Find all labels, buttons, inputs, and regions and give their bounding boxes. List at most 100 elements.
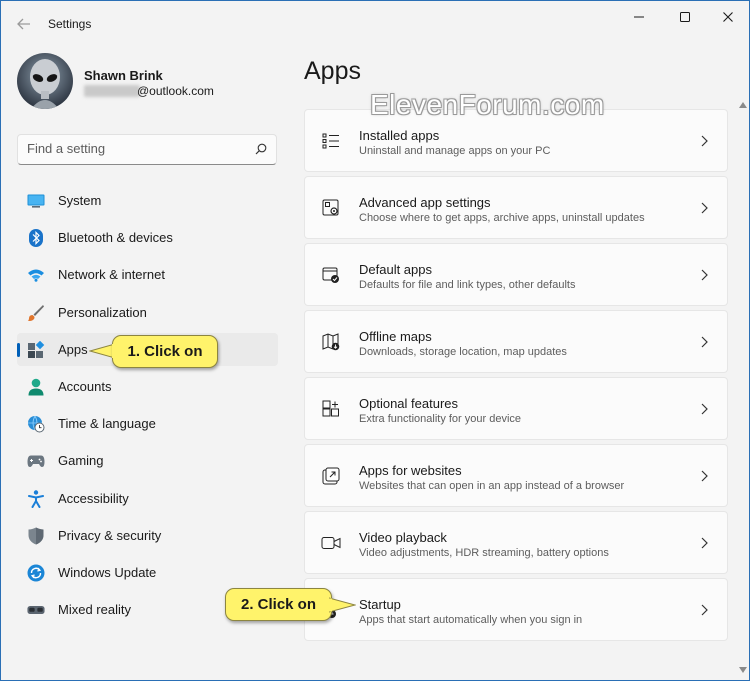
open-in-app-icon — [321, 466, 341, 486]
title-bar: Settings — [1, 1, 749, 47]
video-icon — [321, 533, 341, 553]
brush-icon — [27, 304, 45, 322]
sidebar-item-label: Accessibility — [58, 490, 129, 506]
sidebar-item-time-language[interactable]: Time & language — [17, 407, 278, 440]
callout-text: 1. Click on — [127, 343, 203, 360]
chevron-right-icon — [701, 470, 708, 482]
maximize-button[interactable] — [662, 1, 708, 33]
chevron-right-icon — [701, 135, 708, 147]
card-title: Installed apps — [359, 128, 440, 143]
card-apps-for-websites[interactable]: Apps for websites Websites that can open… — [304, 444, 728, 507]
sidebar-item-label: Bluetooth & devices — [58, 230, 173, 246]
card-title: Apps for websites — [359, 463, 462, 478]
card-subtitle: Choose where to get apps, archive apps, … — [359, 212, 645, 224]
sidebar-item-privacy-security[interactable]: Privacy & security — [17, 519, 278, 552]
sidebar-item-label: Time & language — [58, 416, 156, 432]
sidebar-item-label: Mixed reality — [58, 602, 131, 618]
selection-indicator — [17, 342, 20, 357]
app-settings-icon — [321, 198, 341, 218]
sidebar-item-label: Apps — [58, 341, 88, 357]
card-title: Startup — [359, 597, 401, 612]
map-icon — [321, 332, 341, 352]
card-title: Default apps — [359, 262, 432, 277]
chevron-right-icon — [701, 403, 708, 415]
list-icon — [321, 131, 341, 151]
back-button[interactable] — [11, 11, 37, 37]
card-advanced-app-settings[interactable]: Advanced app settings Choose where to ge… — [304, 176, 728, 239]
chevron-right-icon — [701, 336, 708, 348]
scroll-up-icon[interactable] — [739, 102, 747, 108]
sidebar-item-label: Personalization — [58, 304, 147, 320]
sidebar-item-network-internet[interactable]: Network & internet — [17, 258, 278, 291]
card-subtitle: Uninstall and manage apps on your PC — [359, 145, 551, 157]
card-optional-features[interactable]: Optional features Extra functionality fo… — [304, 377, 728, 440]
user-name: Shawn Brink — [84, 68, 163, 83]
apps-icon — [27, 340, 45, 359]
sidebar-item-windows-update[interactable]: Windows Update — [17, 556, 278, 589]
card-subtitle: Video adjustments, HDR streaming, batter… — [359, 547, 609, 559]
sidebar-item-label: Privacy & security — [58, 527, 162, 543]
card-title: Offline maps — [359, 329, 432, 344]
card-video-playback[interactable]: Video playback Video adjustments, HDR st… — [304, 511, 728, 574]
callout-step-1: 1. Click on — [112, 335, 218, 368]
add-grid-icon — [321, 399, 341, 419]
sidebar-item-system[interactable]: System — [17, 184, 278, 217]
accounts-icon — [27, 378, 45, 396]
sidebar-nav: System Bluetooth & devices Network & int… — [17, 184, 278, 630]
sidebar-item-accounts[interactable]: Accounts — [17, 370, 278, 403]
headset-icon — [27, 601, 45, 619]
gamepad-icon — [27, 452, 45, 470]
callout-text: 2. Click on — [240, 596, 317, 613]
sidebar-item-accessibility[interactable]: Accessibility — [17, 482, 278, 515]
sidebar-item-label: Accounts — [58, 378, 112, 394]
avatar[interactable] — [17, 53, 73, 109]
sidebar-item-gaming[interactable]: Gaming — [17, 444, 278, 477]
card-subtitle: Apps that start automatically when you s… — [359, 614, 583, 626]
card-subtitle: Downloads, storage location, map updates — [359, 346, 567, 358]
user-email: @outlook.com — [137, 84, 214, 98]
accessibility-icon — [27, 489, 45, 508]
close-icon — [723, 12, 733, 22]
card-default-apps[interactable]: Default apps Defaults for file and link … — [304, 243, 728, 306]
settings-window: Settings Shawn Brink @outlook.com Find a… — [0, 0, 750, 681]
redacted-email-prefix — [84, 85, 140, 97]
search-icon[interactable] — [255, 143, 267, 155]
wifi-icon — [27, 266, 45, 284]
scroll-down-icon[interactable] — [739, 667, 747, 673]
back-arrow-icon — [17, 18, 30, 30]
card-startup[interactable]: Startup Apps that start automatically wh… — [304, 578, 728, 641]
close-button[interactable] — [705, 1, 749, 33]
card-title: Advanced app settings — [359, 195, 491, 210]
search-input[interactable] — [27, 141, 247, 156]
sidebar-item-label: System — [58, 193, 102, 208]
callout-step-2: 2. Click on — [225, 588, 332, 621]
card-subtitle: Defaults for file and link types, other … — [359, 279, 576, 291]
card-title: Optional features — [359, 396, 459, 411]
chevron-right-icon — [701, 604, 708, 616]
maximize-icon — [680, 12, 690, 22]
card-offline-maps[interactable]: Offline maps Downloads, storage location… — [304, 310, 728, 373]
card-subtitle: Extra functionality for your device — [359, 413, 522, 425]
shield-icon — [27, 527, 45, 545]
search-box[interactable] — [17, 134, 277, 165]
bluetooth-icon — [27, 229, 45, 248]
settings-card-list: Installed apps Uninstall and manage apps… — [304, 109, 728, 645]
default-apps-icon — [321, 265, 341, 285]
chevron-right-icon — [701, 537, 708, 549]
page-title: Apps — [304, 57, 361, 85]
minimize-icon — [634, 16, 644, 18]
app-title: Settings — [48, 17, 92, 31]
sidebar-item-bluetooth-devices[interactable]: Bluetooth & devices — [17, 221, 278, 254]
callout-pointer — [329, 597, 356, 613]
update-icon — [27, 564, 45, 582]
sidebar-item-personalization[interactable]: Personalization — [17, 296, 278, 329]
chevron-right-icon — [701, 269, 708, 281]
sidebar-item-label: Network & internet — [58, 267, 165, 283]
sidebar-item-label: Gaming — [58, 453, 104, 469]
card-subtitle: Websites that can open in an app instead… — [359, 480, 625, 492]
chevron-right-icon — [701, 202, 708, 214]
minimize-button[interactable] — [616, 1, 662, 33]
sidebar-item-label: Windows Update — [58, 564, 157, 580]
globe-clock-icon — [27, 415, 45, 433]
callout-pointer-cover — [112, 344, 116, 358]
